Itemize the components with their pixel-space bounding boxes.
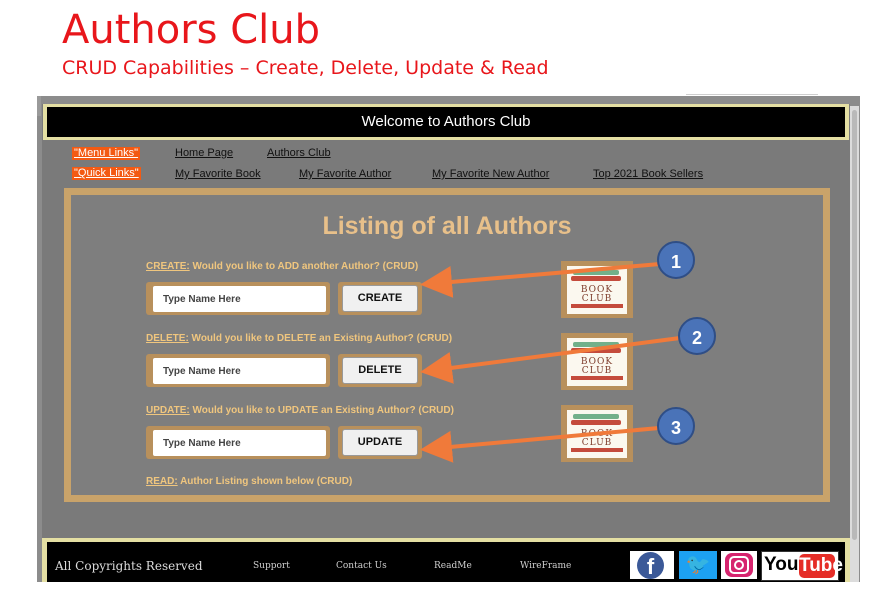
callout-2: 2: [678, 317, 716, 355]
arrow-2: [420, 336, 681, 384]
annotation-arrows: [420, 262, 681, 463]
arrow-1: [420, 262, 661, 298]
callout-1: 1: [657, 241, 695, 279]
arrow-3: [420, 426, 660, 463]
callout-3: 3: [657, 407, 695, 445]
